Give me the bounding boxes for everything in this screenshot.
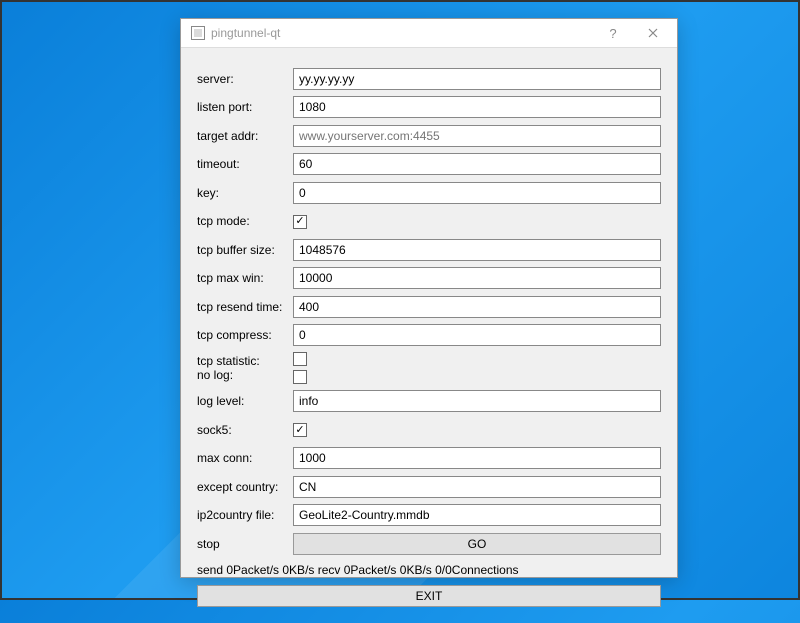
help-button[interactable]: ? (593, 19, 633, 47)
except-country-input[interactable] (293, 476, 661, 498)
tcp-mode-checkbox[interactable] (293, 215, 307, 229)
tcp-statistic-label: tcp statistic: (197, 354, 293, 368)
sock5-checkbox[interactable] (293, 423, 307, 437)
stop-label: stop (197, 537, 293, 551)
close-button[interactable] (633, 19, 673, 47)
tcp-max-win-label: tcp max win: (197, 271, 293, 285)
log-level-input[interactable] (293, 390, 661, 412)
listen-port-input[interactable] (293, 96, 661, 118)
key-input[interactable] (293, 182, 661, 204)
go-button[interactable]: GO (293, 533, 661, 555)
tcp-statistic-checkbox[interactable] (293, 352, 307, 366)
target-addr-label: target addr: (197, 129, 293, 143)
no-log-label: no log: (197, 368, 293, 382)
max-conn-input[interactable] (293, 447, 661, 469)
server-label: server: (197, 72, 293, 86)
no-log-checkbox[interactable] (293, 370, 307, 384)
titlebar: pingtunnel-qt ? (181, 19, 677, 48)
window-title: pingtunnel-qt (211, 26, 593, 40)
tcp-resend-time-input[interactable] (293, 296, 661, 318)
app-window: pingtunnel-qt ? server: listen port: tar… (180, 18, 678, 578)
exit-button[interactable]: EXIT (197, 585, 661, 607)
except-country-label: except country: (197, 480, 293, 494)
ip2country-file-input[interactable] (293, 504, 661, 526)
form-content: server: listen port: target addr: timeou… (181, 48, 677, 623)
tcp-compress-label: tcp compress: (197, 328, 293, 342)
tcp-buffer-size-label: tcp buffer size: (197, 243, 293, 257)
tcp-mode-label: tcp mode: (197, 214, 293, 228)
tcp-resend-time-label: tcp resend time: (197, 300, 293, 314)
ip2country-file-label: ip2country file: (197, 508, 293, 522)
app-icon (191, 26, 205, 40)
tcp-buffer-size-input[interactable] (293, 239, 661, 261)
listen-port-label: listen port: (197, 100, 293, 114)
log-level-label: log level: (197, 394, 293, 408)
tcp-compress-input[interactable] (293, 324, 661, 346)
timeout-input[interactable] (293, 153, 661, 175)
server-input[interactable] (293, 68, 661, 90)
max-conn-label: max conn: (197, 451, 293, 465)
key-label: key: (197, 186, 293, 200)
sock5-label: sock5: (197, 423, 293, 437)
timeout-label: timeout: (197, 157, 293, 171)
status-line: send 0Packet/s 0KB/s recv 0Packet/s 0KB/… (197, 563, 661, 577)
tcp-max-win-input[interactable] (293, 267, 661, 289)
target-addr-input[interactable] (293, 125, 661, 147)
